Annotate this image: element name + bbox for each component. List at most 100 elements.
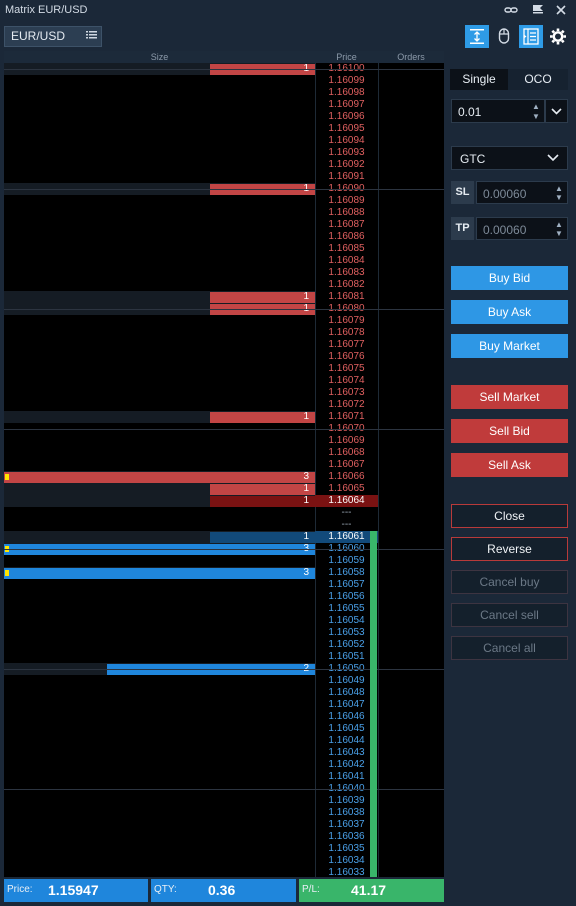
ladder-row[interactable]: 1.16049 bbox=[4, 675, 444, 687]
orders-cell[interactable] bbox=[378, 639, 444, 651]
ladder-row[interactable]: 1.16034 bbox=[4, 855, 444, 867]
orders-cell[interactable] bbox=[378, 243, 444, 255]
orders-cell[interactable] bbox=[378, 651, 444, 663]
mouse-icon[interactable] bbox=[492, 25, 516, 48]
ladder-row[interactable]: 1.16053 bbox=[4, 627, 444, 639]
orders-cell[interactable] bbox=[378, 843, 444, 855]
size-cell[interactable] bbox=[4, 147, 315, 159]
size-cell[interactable] bbox=[4, 627, 315, 639]
price-cell[interactable]: 1.16097 bbox=[315, 99, 378, 111]
price-cell[interactable]: 1.16043 bbox=[315, 747, 378, 759]
size-cell[interactable] bbox=[4, 243, 315, 255]
price-cell[interactable]: 1.16064 bbox=[315, 495, 378, 507]
ladder-row[interactable]: 1.16079 bbox=[4, 315, 444, 327]
ladder-row[interactable]: 1.16083 bbox=[4, 267, 444, 279]
close-icon[interactable] bbox=[553, 3, 569, 19]
ladder-row[interactable]: 1.16088 bbox=[4, 207, 444, 219]
price-cell[interactable]: 1.16033 bbox=[315, 867, 378, 877]
ladder-row[interactable]: 1 1.16061 bbox=[4, 531, 444, 543]
price-cell[interactable]: 1.16088 bbox=[315, 207, 378, 219]
orders-cell[interactable] bbox=[378, 627, 444, 639]
size-cell[interactable] bbox=[4, 807, 315, 819]
size-cell[interactable] bbox=[4, 159, 315, 171]
orders-cell[interactable] bbox=[378, 735, 444, 747]
orders-cell[interactable] bbox=[378, 855, 444, 867]
orders-cell[interactable] bbox=[378, 675, 444, 687]
orders-cell[interactable] bbox=[378, 603, 444, 615]
size-cell[interactable] bbox=[4, 255, 315, 267]
orders-cell[interactable] bbox=[378, 723, 444, 735]
orders-cell[interactable] bbox=[378, 411, 444, 423]
price-cell[interactable]: 1.16085 bbox=[315, 243, 378, 255]
price-cell[interactable]: 1.16058 bbox=[315, 567, 378, 579]
price-cell[interactable]: 1.16098 bbox=[315, 87, 378, 99]
orders-cell[interactable] bbox=[378, 339, 444, 351]
vertical-resize-icon[interactable] bbox=[465, 25, 489, 48]
flag-menu-icon[interactable] bbox=[530, 3, 546, 19]
ladder-row[interactable]: 1.16069 bbox=[4, 435, 444, 447]
gear-icon[interactable] bbox=[546, 25, 570, 48]
ladder-row[interactable]: 11.16100 bbox=[4, 63, 444, 75]
ladder-row[interactable]: 1.16097 bbox=[4, 99, 444, 111]
ladder-row[interactable]: 31.16060 bbox=[4, 543, 444, 555]
size-cell[interactable] bbox=[4, 207, 315, 219]
ladder-row[interactable]: 1.16054 bbox=[4, 615, 444, 627]
size-cell[interactable] bbox=[4, 675, 315, 687]
size-cell[interactable] bbox=[4, 795, 315, 807]
ladder-row[interactable]: 1.16085 bbox=[4, 243, 444, 255]
ladder-row[interactable]: 1.16039 bbox=[4, 795, 444, 807]
orders-cell[interactable] bbox=[378, 111, 444, 123]
price-cell[interactable]: 1.16082 bbox=[315, 279, 378, 291]
chevron-down-icon[interactable]: ▼ bbox=[555, 193, 563, 202]
orders-cell[interactable] bbox=[378, 315, 444, 327]
size-cell[interactable] bbox=[4, 723, 315, 735]
ladder-row[interactable]: 1.16073 bbox=[4, 387, 444, 399]
ladder-row[interactable]: 1.16068 bbox=[4, 447, 444, 459]
size-cell[interactable] bbox=[4, 747, 315, 759]
orders-cell[interactable] bbox=[378, 771, 444, 783]
price-cell[interactable]: 1.16068 bbox=[315, 447, 378, 459]
ladder-row[interactable]: 1.16067 bbox=[4, 459, 444, 471]
size-cell[interactable] bbox=[4, 351, 315, 363]
orders-cell[interactable] bbox=[378, 207, 444, 219]
list-icon[interactable] bbox=[86, 27, 97, 46]
chevron-down-icon[interactable]: ▼ bbox=[555, 229, 563, 238]
price-cell[interactable]: --- bbox=[315, 507, 378, 519]
reverse-button[interactable]: Reverse bbox=[451, 537, 568, 561]
price-cell[interactable]: 1.16056 bbox=[315, 591, 378, 603]
ladder-row[interactable]: 1.16076 bbox=[4, 351, 444, 363]
orders-cell[interactable] bbox=[378, 687, 444, 699]
orders-cell[interactable] bbox=[378, 747, 444, 759]
orders-cell[interactable] bbox=[378, 279, 444, 291]
orders-cell[interactable] bbox=[378, 171, 444, 183]
orders-cell[interactable] bbox=[378, 567, 444, 579]
ladder-row[interactable]: 3 1.16066 bbox=[4, 471, 444, 483]
ladder-row[interactable]: 1.16046 bbox=[4, 711, 444, 723]
ladder-row[interactable]: 1 1.16065 bbox=[4, 483, 444, 495]
ladder-row[interactable]: 1.16096 bbox=[4, 111, 444, 123]
size-cell[interactable] bbox=[4, 195, 315, 207]
ladder-row[interactable]: 11.16080 bbox=[4, 303, 444, 315]
price-cell[interactable]: 1.16038 bbox=[315, 807, 378, 819]
price-cell[interactable]: 1.16073 bbox=[315, 387, 378, 399]
size-cell[interactable] bbox=[4, 735, 315, 747]
price-cell[interactable]: 1.16052 bbox=[315, 639, 378, 651]
buy-market-button[interactable]: Buy Market bbox=[451, 334, 568, 358]
price-cell[interactable]: 1.16081 bbox=[315, 291, 378, 303]
price-cell[interactable]: 1.16078 bbox=[315, 327, 378, 339]
ladder-row[interactable]: 1.16056 bbox=[4, 591, 444, 603]
price-cell[interactable]: 1.16041 bbox=[315, 771, 378, 783]
orders-cell[interactable] bbox=[378, 531, 444, 543]
orders-cell[interactable] bbox=[378, 327, 444, 339]
size-cell[interactable] bbox=[4, 87, 315, 99]
chevron-down-icon[interactable]: ▼ bbox=[532, 112, 540, 121]
size-cell[interactable] bbox=[4, 435, 315, 447]
chevron-up-icon[interactable]: ▲ bbox=[532, 102, 540, 111]
price-cell[interactable]: 1.16059 bbox=[315, 555, 378, 567]
orders-cell[interactable] bbox=[378, 351, 444, 363]
ladder-row[interactable]: 1.16044 bbox=[4, 735, 444, 747]
orders-cell[interactable] bbox=[378, 555, 444, 567]
price-cell[interactable]: 1.16086 bbox=[315, 231, 378, 243]
orders-cell[interactable] bbox=[378, 435, 444, 447]
symbol-selector[interactable]: EUR/USD bbox=[4, 26, 102, 47]
